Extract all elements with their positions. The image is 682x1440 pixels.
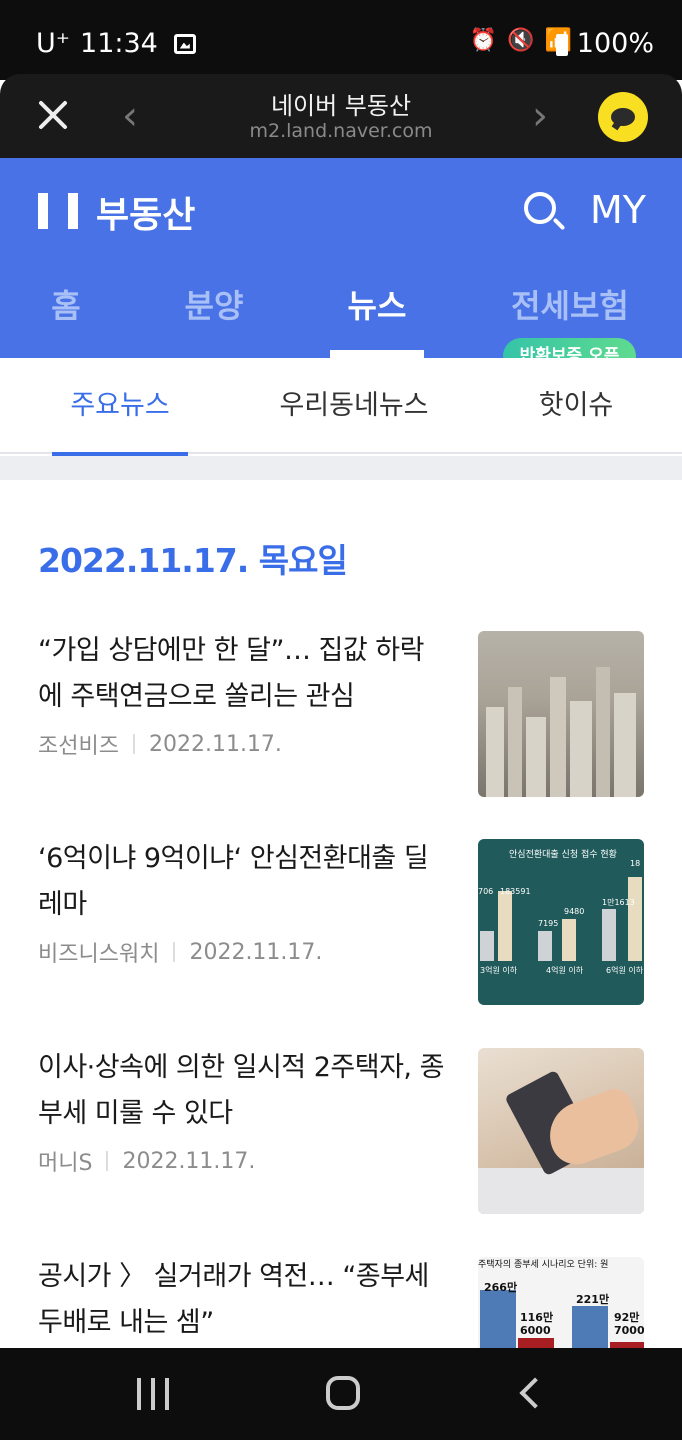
carrier-label: U⁺ — [36, 28, 71, 59]
thumb-value: 1만1613 — [602, 898, 635, 907]
kakaotalk-icon[interactable] — [598, 92, 648, 142]
status-bar: U⁺ 11:34 ⏰ 🔇 📶 100% — [0, 0, 682, 80]
news-item[interactable]: ‘6억이냐 9억이냐‘ 안심전환대출 딜레마 비즈니스워치 2022.11.17… — [0, 836, 682, 1036]
news-date: 2022.11.17. — [189, 939, 323, 965]
news-date: 2022.11.17. — [122, 1148, 256, 1174]
thumb-heading: 주택자의 종부세 시나리오 단위: 원 — [478, 1260, 609, 1270]
naver-logo-icon[interactable] — [38, 193, 78, 229]
thumb-value: 221만 — [576, 1293, 610, 1306]
news-title[interactable]: ‘6억이냐 9억이냐‘ 안심전환대출 딜레마 — [38, 836, 438, 928]
back-icon[interactable] — [519, 1377, 551, 1409]
my-button[interactable]: MY — [590, 188, 646, 232]
news-title[interactable]: “가입 상담에만 한 달”… 집값 하락에 주택연금으로 쏠리는 관심 — [38, 628, 438, 720]
alarm-icon: ⏰ — [469, 28, 498, 53]
news-meta: 머니S 2022.11.17. — [38, 1145, 255, 1177]
tab-presale[interactable]: 분양 — [170, 282, 258, 358]
thumb-value: 183591 — [500, 887, 531, 896]
battery-percent: 100% — [576, 28, 654, 59]
city-photo-icon[interactable] — [478, 631, 644, 797]
news-meta: 비즈니스워치 2022.11.17. — [38, 936, 322, 968]
news-source: 머니S — [38, 1151, 93, 1176]
tab-home[interactable]: 홈 — [30, 282, 102, 358]
calculator-photo-icon[interactable] — [478, 1048, 644, 1214]
section-divider — [0, 456, 682, 480]
thumb-axis-label: 4억원 이하 — [546, 966, 584, 975]
search-icon[interactable] — [524, 192, 566, 232]
chart-image-icon[interactable]: 안심전환대출 신청 접수 현황 706 183591 7195 9480 1만1… — [478, 839, 644, 1005]
thumb-value: 116만 6000 — [520, 1311, 554, 1337]
back-arrow-icon[interactable]: ‹ — [110, 96, 150, 136]
system-navigation-bar — [0, 1348, 682, 1440]
news-title[interactable]: 이사·상속에 의한 일시적 2주택자, 종부세 미룰 수 있다 — [38, 1045, 448, 1137]
date-heading: 2022.11.17. 목요일 — [38, 541, 348, 580]
mute-icon: 🔇 — [507, 28, 535, 53]
news-source: 조선비즈 — [38, 734, 119, 759]
forward-arrow-icon[interactable]: › — [520, 96, 560, 136]
news-item[interactable]: “가입 상담에만 한 달”… 집값 하락에 주택연금으로 쏠리는 관심 조선비즈… — [0, 628, 682, 828]
thumb-value: 7195 — [538, 919, 559, 928]
news-title[interactable]: 공시가 〉 실거래가 역전… “종부세 두배로 내는 셈” — [38, 1254, 438, 1346]
thumb-value: 266만 — [484, 1281, 518, 1294]
battery-icon — [556, 34, 568, 56]
tab-news[interactable]: 뉴스 — [330, 282, 424, 358]
news-source: 비즈니스워치 — [38, 942, 160, 967]
browser-title: 네이버 부동산 — [270, 92, 412, 120]
recent-apps-icon[interactable] — [137, 1378, 169, 1410]
thumb-value: 92만 7000 — [614, 1311, 644, 1337]
clock: 11:34 — [80, 28, 158, 59]
close-icon[interactable] — [36, 98, 70, 132]
subtab-main-news[interactable]: 주요뉴스 — [52, 358, 188, 456]
thumb-value: 18 — [630, 859, 641, 868]
browser-bar: ‹ 네이버 부동산 m2.land.naver.com › — [0, 74, 682, 158]
subtab-hot-issue[interactable]: 핫이슈 — [528, 358, 624, 454]
sub-tabs: 주요뉴스 우리동네뉴스 핫이슈 — [0, 358, 682, 456]
thumb-axis-label: 6억원 이하 — [606, 966, 644, 975]
thumb-axis-label: 3억원 이하 — [480, 966, 518, 975]
subtab-neighborhood-news[interactable]: 우리동네뉴스 — [268, 358, 440, 454]
news-item[interactable]: 이사·상속에 의한 일시적 2주택자, 종부세 미룰 수 있다 머니S 2022… — [0, 1045, 682, 1245]
news-meta: 조선비즈 2022.11.17. — [38, 728, 282, 760]
news-date: 2022.11.17. — [148, 731, 282, 757]
tax-chart-image-icon[interactable]: 주택자의 종부세 시나리오 단위: 원 266만 116만 6000 221만 … — [478, 1257, 644, 1348]
logo-text[interactable]: 부동산 — [96, 186, 195, 238]
thumb-value: 9480 — [564, 907, 585, 916]
thumb-value: 706 — [478, 887, 494, 896]
app-header: 부동산 MY 홈 분양 뉴스 전세보험 — [0, 158, 682, 358]
browser-url[interactable]: m2.land.naver.com — [160, 120, 522, 142]
thumb-heading: 안심전환대출 신청 접수 현황 — [509, 850, 617, 860]
home-icon[interactable] — [326, 1376, 360, 1410]
image-notification-icon — [173, 33, 196, 54]
